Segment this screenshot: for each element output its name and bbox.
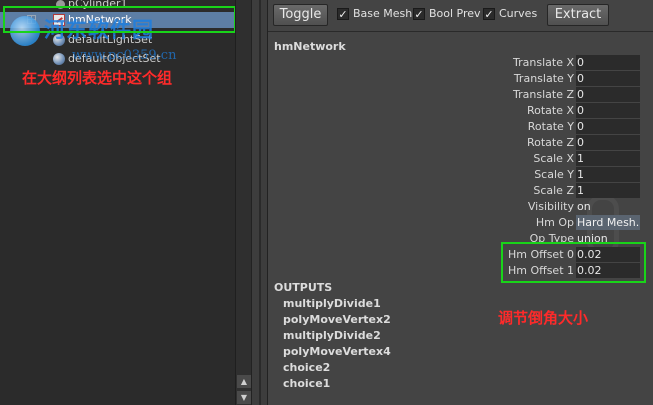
outliner-panel: pCylinder1 hmNetwork defaultLightSet def… <box>0 0 251 405</box>
base-mesh-label: Base Mesh <box>353 7 413 20</box>
attribute-editor: hmNetwork Translate X 0 Translate Y 0 Tr… <box>272 35 653 405</box>
bool-prev-checkbox[interactable]: ✓ <box>413 8 425 20</box>
attr-label: Rotate Y <box>527 120 574 133</box>
base-mesh-checkbox[interactable]: ✓ <box>337 8 349 20</box>
attr-row-hm-op: Hm Op Hard Mesh... <box>272 215 650 231</box>
attr-row-translate-y: Translate Y 0 <box>272 71 650 87</box>
attr-value-field[interactable]: 1 <box>576 151 640 166</box>
scroll-down-button[interactable]: ▼ <box>237 391 251 404</box>
attr-value-field[interactable]: 0 <box>576 103 640 118</box>
output-item[interactable]: choice2 <box>283 361 330 374</box>
offset-annotation: 调节倒角大小 <box>498 309 589 327</box>
attr-label: Translate Y <box>513 72 574 85</box>
attr-row-visibility: Visibility on <box>272 199 650 215</box>
toggle-button[interactable]: Toggle <box>273 4 328 26</box>
attr-label: Hm Op <box>535 216 574 229</box>
curves-checkbox[interactable]: ✓ <box>483 8 495 20</box>
attr-label: Rotate Z <box>526 136 574 149</box>
attr-row-scale-x: Scale X 1 <box>272 151 650 167</box>
output-item[interactable]: multiplyDivide2 <box>283 329 381 342</box>
attr-value-field[interactable]: 0 <box>576 55 640 70</box>
attr-row-scale-y: Scale Y 1 <box>272 167 650 183</box>
attr-row-rotate-x: Rotate X 0 <box>272 103 650 119</box>
offset-highlight-box <box>501 242 646 283</box>
attr-value-field[interactable]: 0 <box>576 135 640 150</box>
attr-row-rotate-y: Rotate Y 0 <box>272 119 650 135</box>
toolbar: Toggle ✓ Base Mesh ✓ Bool Prev ✓ Curves … <box>268 0 653 32</box>
extract-button[interactable]: Extract <box>547 4 609 26</box>
hm-op-dropdown[interactable]: Hard Mesh... <box>576 215 640 230</box>
attr-row-rotate-z: Rotate Z 0 <box>272 135 650 151</box>
outliner-highlight-box <box>3 6 236 33</box>
attr-label: Visibility <box>527 200 574 213</box>
attr-row-translate-z: Translate Z 0 <box>272 87 650 103</box>
watermark-url: www.pc0359.cn <box>72 48 177 63</box>
object-set-icon <box>53 53 65 65</box>
output-item[interactable]: polyMoveVertex2 <box>283 313 391 326</box>
attr-value-field[interactable]: 0 <box>576 71 640 86</box>
scroll-up-button[interactable]: ▲ <box>237 375 251 388</box>
panel-splitter[interactable] <box>251 0 268 405</box>
output-item[interactable]: choice1 <box>283 377 330 390</box>
outliner-annotation: 在大纲列表选中这个组 <box>22 69 173 87</box>
bool-prev-label: Bool Prev <box>429 7 481 20</box>
hardmesh-panel: Toggle ✓ Base Mesh ✓ Bool Prev ✓ Curves … <box>268 0 653 405</box>
attr-label: Scale X <box>533 152 574 165</box>
output-item[interactable]: polyMoveVertex4 <box>283 345 391 358</box>
outliner-scrollbar[interactable]: ▲ ▼ <box>235 0 251 405</box>
node-title: hmNetwork <box>274 40 346 53</box>
attr-label: Translate Z <box>513 88 574 101</box>
attr-row-scale-z: Scale Z 1 <box>272 183 650 199</box>
attr-value-field[interactable]: 1 <box>576 183 640 198</box>
attr-value-field[interactable]: on <box>576 199 640 214</box>
attr-label: Scale Z <box>533 184 574 197</box>
output-item[interactable]: multiplyDivide1 <box>283 297 381 310</box>
attr-value-field[interactable]: 1 <box>576 167 640 182</box>
splitter-grip <box>259 0 261 405</box>
attr-label: Rotate X <box>526 104 574 117</box>
attr-label: Translate X <box>513 56 574 69</box>
attr-value-field[interactable]: 0 <box>576 87 640 102</box>
curves-label: Curves <box>499 7 538 20</box>
attr-row-translate-x: Translate X 0 <box>272 55 650 71</box>
outputs-heading: OUTPUTS <box>274 281 333 294</box>
attr-value-field[interactable]: 0 <box>576 119 640 134</box>
attr-label: Scale Y <box>534 168 574 181</box>
